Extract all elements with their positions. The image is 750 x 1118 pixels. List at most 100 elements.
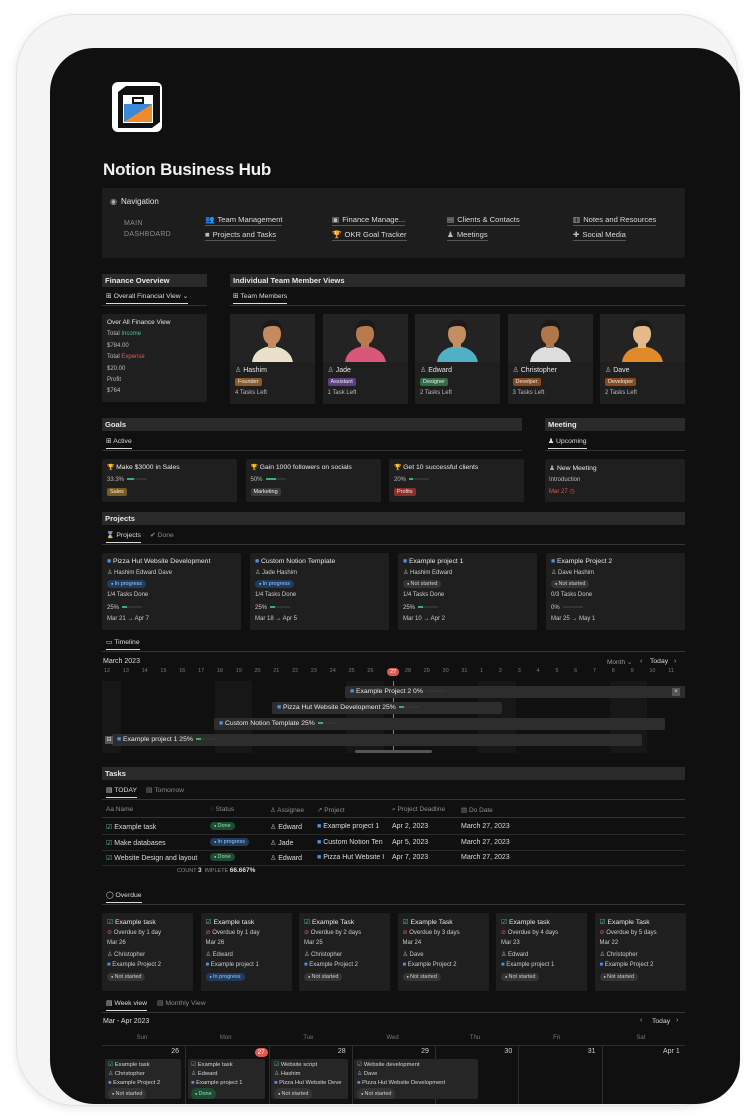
person-icon: ♙ xyxy=(235,367,244,374)
timeline-bar[interactable]: ■ Pizza Hut Website Development 25% xyxy=(272,702,502,714)
nav-clients[interactable]: ▤ Clients & Contacts xyxy=(447,215,520,226)
timeline-scale-select[interactable]: Month ⌄ xyxy=(607,658,632,666)
team-member-card[interactable]: ♙ Hashim Founder 4 Tasks Left xyxy=(230,314,315,404)
event-title: ☑ Website development xyxy=(357,1061,475,1070)
wallet-icon: ▣ xyxy=(332,215,340,224)
collapse-icon[interactable]: ⊟ xyxy=(105,736,113,744)
calendar-event[interactable]: ☑ Example task ♙ Christopher ■ Example Pro… xyxy=(105,1059,181,1099)
close-icon[interactable]: × xyxy=(672,688,680,696)
goal-card[interactable]: 🏆 Get 10 successful clients 20% Profits xyxy=(389,459,524,502)
task-project-text: Custom Notion Ten xyxy=(323,838,383,846)
team-member-card[interactable]: ♙ Jade Assistant 1 Task Left xyxy=(322,314,408,404)
team-member-card[interactable]: ♙ Christopher Develper 3 Tasks Left xyxy=(507,314,593,404)
overdue-person-text: Edward xyxy=(212,952,233,958)
progress-bar xyxy=(409,478,430,481)
team-member-card[interactable]: ♙ Edward Designer 2 Tasks Left xyxy=(415,314,500,404)
timeline-prev-button[interactable]: ‹ xyxy=(640,658,642,665)
overdue-duration: ⊘ Overdue by 1 day xyxy=(107,929,161,936)
progress-bar xyxy=(270,606,291,609)
project-people: ♙ Jade Hashim xyxy=(255,569,297,576)
finance-card[interactable]: Over All Finance View Total Income $784.… xyxy=(102,314,207,402)
overdue-tab[interactable]: ◯ Overdue xyxy=(106,891,142,903)
timeline-bar[interactable]: ■ Custom Notion Template 25% xyxy=(214,718,665,730)
projects-tab[interactable]: ⌛ Projects xyxy=(106,531,141,543)
status-badge: ● In progress xyxy=(255,580,295,588)
status-badge: ● Not started xyxy=(274,1088,313,1099)
tasks-tomorrow-tab[interactable]: ▤ Tomorrow xyxy=(146,786,184,797)
task-name-text: Make databases xyxy=(114,839,166,847)
nav-social[interactable]: ✚ Social Media xyxy=(573,230,626,241)
goal-card[interactable]: 🏆 Gain 1000 followers on socials 50% Marke… xyxy=(245,459,381,502)
calendar-event[interactable]: ☑ Website development ♙ Dave ■ Pizza Hut W… xyxy=(354,1059,478,1099)
nav-team-management[interactable]: 👥 Team Management xyxy=(205,215,283,226)
calendar-today-button[interactable]: Today xyxy=(652,1018,670,1025)
timeline-day: 15 xyxy=(160,668,167,674)
goal-card[interactable]: 🏆 Make $3000 in Sales 33.3% Sales xyxy=(102,459,237,502)
checklist-icon: ☑ xyxy=(106,839,115,847)
timeline-bar-title: Pizza Hut Website Development xyxy=(283,704,381,711)
status-badge: ● Not started xyxy=(402,973,441,981)
timeline-bar[interactable]: ■ Example Project 2 0% xyxy=(345,686,685,698)
timeline-day: 3 xyxy=(517,668,521,674)
progress-fill xyxy=(127,478,134,481)
timeline-scrollbar[interactable] xyxy=(355,750,432,753)
timeline-next-button[interactable]: › xyxy=(674,658,676,665)
finance-header: Finance Overview xyxy=(102,274,207,287)
nav-okr[interactable]: 🏆 OKR Goal Tracker xyxy=(332,230,407,241)
column-header-text: Assignee xyxy=(277,807,305,814)
week-view-tab[interactable]: ▤ Week view xyxy=(106,999,148,1011)
overdue-card[interactable]: ☑ Example Task ⊘ Overdue by 3 days Mar 24 ♙… xyxy=(397,913,489,991)
overdue-card[interactable]: ☑ Example task ⊘ Overdue by 1 day Mar 26 ♙ … xyxy=(102,913,193,991)
member-name-text: Edward xyxy=(428,367,452,374)
task-project-text: Pizza Hut Website I xyxy=(323,854,385,861)
team-member-card[interactable]: ♙ Dave Developer 2 Tasks Left xyxy=(600,314,685,404)
calendar-weekday: Sun xyxy=(136,1035,148,1041)
goal-tag: Sales xyxy=(107,488,127,496)
nav-meetings[interactable]: ♟ Meetings xyxy=(447,230,488,241)
timeline-tab[interactable]: ▭ Timeline xyxy=(106,638,140,650)
meeting-upcoming-tab[interactable]: ♟ Upcoming xyxy=(548,437,587,449)
contacts-icon: ▤ xyxy=(447,215,455,224)
projects-header: Projects xyxy=(102,512,685,525)
finance-view-tab[interactable]: ⊞ Overall Financial View ⌄ xyxy=(106,292,189,304)
team-members-tab[interactable]: ⊞ Team Members xyxy=(233,292,288,304)
calendar-prev-button[interactable]: ‹ xyxy=(640,1017,642,1024)
meeting-card[interactable]: ♟ New Meeting Introduction Mar 27 ◷ xyxy=(545,459,685,502)
timeline-day: 6 xyxy=(574,668,578,674)
member-role-tag: Develper xyxy=(512,378,541,386)
nav-projects[interactable]: ■ Projects and Tasks xyxy=(205,230,277,241)
overdue-card[interactable]: ☑ Example task ⊘ Overdue by 1 day Mar 26 ♙ … xyxy=(200,913,292,991)
calendar-column-divider xyxy=(268,1045,270,1104)
profit-value: $764 xyxy=(107,388,121,394)
calendar-event[interactable]: ☑ Website script ♙ Hashim ■ Pizza Hut Webs… xyxy=(271,1059,348,1099)
calendar-column-divider xyxy=(601,1045,603,1104)
status-text: Not started xyxy=(410,581,438,587)
calendar-weekday: Thu xyxy=(469,1035,481,1041)
project-card[interactable]: ■ Custom Notion Template ♙ Jade Hashim ● I… xyxy=(250,553,389,630)
timeline-today-button[interactable]: Today xyxy=(650,658,668,665)
status-badge: ● Not started xyxy=(599,973,638,981)
calendar-next-button[interactable]: › xyxy=(676,1017,678,1024)
overdue-card[interactable]: ☑ Example task ⊘ Overdue by 4 days Mar 23 ♙… xyxy=(496,913,587,991)
person-icon: ♙ xyxy=(270,839,279,847)
timeline-day: 25 xyxy=(348,668,355,674)
projects-done-tab[interactable]: ✔ Done xyxy=(150,531,174,542)
progress-fill xyxy=(265,478,276,481)
nav-notes[interactable]: ▥ Notes and Resources xyxy=(573,215,657,226)
project-card[interactable]: ■ Example project 1 ♙ Hashim Edward ● Not … xyxy=(398,553,537,630)
nav-finance[interactable]: ▣ Finance Manage... xyxy=(332,215,406,226)
overdue-card[interactable]: ☑ Example Task ⊘ Overdue by 2 days Mar 25 ♙… xyxy=(299,913,390,991)
project-progress: 25% xyxy=(107,605,143,611)
tasks-today-tab[interactable]: ▤ TODAY xyxy=(106,786,137,798)
role-badge: Assistant xyxy=(327,378,356,386)
project-title-text: Custom Notion Template xyxy=(261,558,336,565)
calendar-event[interactable]: ☑ Example task ♙ Edward ■ Example project … xyxy=(188,1059,265,1099)
overdue-card[interactable]: ☑ Example Task ⊘ Overdue by 5 days Mar 22 ♙… xyxy=(594,913,686,991)
project-card[interactable]: ■ Pizza Hut Website Development ♙ Hashim … xyxy=(102,553,241,630)
timeline-bar[interactable]: ■ Example project 1 25% xyxy=(112,734,642,746)
project-card[interactable]: ■ Example Project 2 ♙ Dave Hashim ● Not st… xyxy=(546,553,685,630)
timeline-day: 7 xyxy=(592,668,597,674)
monthly-view-tab[interactable]: ▤ Monthly View xyxy=(157,999,206,1010)
goals-active-tab[interactable]: ⊞ Active xyxy=(106,437,132,449)
table-header-1: ◌ Status xyxy=(210,806,234,813)
